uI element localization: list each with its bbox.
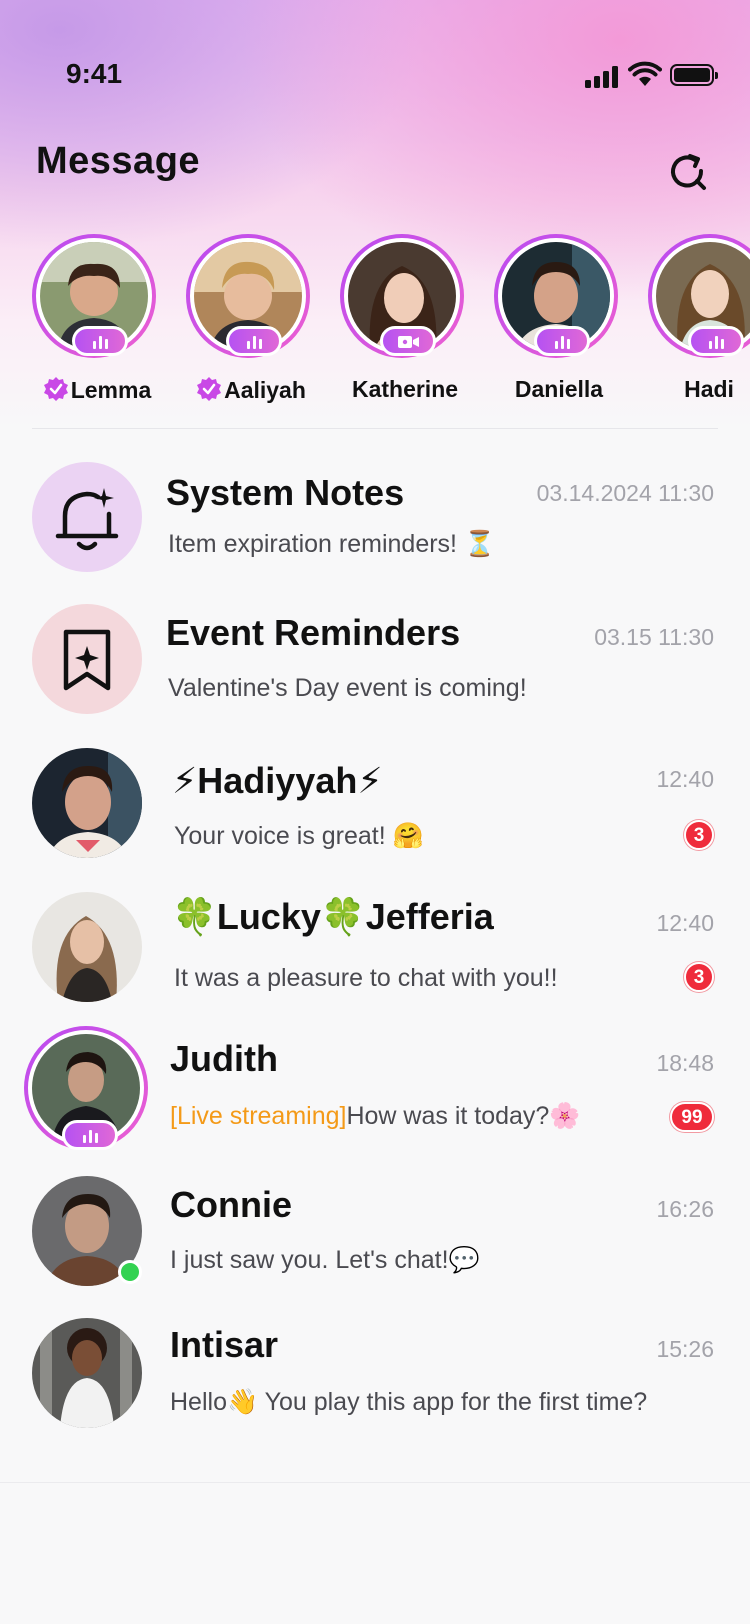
cellular-signal-icon [585,64,623,88]
audio-live-icon [72,326,128,356]
chat-item-judith[interactable]: Judith 18:48 [Live streaming]How was it … [0,1026,750,1168]
tab-bar-divider [0,1482,750,1483]
story-item[interactable]: Lemma [22,234,162,404]
audio-live-icon [688,326,744,356]
story-name-text: Lemma [70,377,152,403]
avatar [32,1318,142,1428]
chat-preview: Your voice is great! 🤗 [174,822,424,850]
chat-name: Intisar [170,1324,279,1365]
chat-time: 12:40 [656,910,714,936]
chat-name: 🍀Lucky🍀Jefferia [172,896,494,937]
story-name-text: Hadi [684,376,734,402]
status-bar: 9:41 [0,0,750,120]
battery-icon [670,64,718,86]
chat-time: 16:26 [656,1196,714,1222]
system-notes-avatar [32,462,142,572]
stories-divider [32,428,718,429]
avatar [32,892,142,1002]
chat-preview: Item expiration reminders! ⏳ [168,530,496,558]
unread-count-badge: 3 [684,820,714,850]
chat-preview: [Live streaming]How was it today?🌸 [170,1102,580,1131]
story-item[interactable]: Aaliyah [176,234,316,404]
verified-badge-icon [43,377,68,401]
chat-item-connie[interactable]: Connie 16:26 I just saw you. Let's chat!… [0,1176,750,1316]
chat-preview: It was a pleasure to chat with you!! [174,964,558,992]
refresh-search-icon[interactable] [668,152,708,192]
story-name-text: Aaliyah [224,377,306,403]
chat-time: 15:26 [656,1336,714,1362]
bookmark-star-icon [63,629,111,691]
bell-icon [55,488,119,551]
page-title: Message [36,140,201,182]
chat-name: Event Reminders [166,612,461,653]
story-name: Lemma [22,376,172,404]
wifi-icon [628,61,662,86]
chat-preview: I just saw you. Let's chat!💬 [170,1246,480,1274]
chat-item-event-reminders[interactable]: Event Reminders 03.15 11:30 Valentine's … [0,604,750,744]
audio-live-icon [534,326,590,356]
chat-item-lucky-jefferia[interactable]: 🍀Lucky🍀Jefferia 12:40 It was a pleasure … [0,892,750,1032]
online-status-indicator [118,1260,142,1284]
unread-count-badge: 3 [684,962,714,992]
chat-time: 12:40 [656,766,714,792]
audio-live-icon [226,326,282,356]
story-item[interactable]: Katherine [330,234,470,404]
story-name: Aaliyah [176,376,326,404]
event-reminders-avatar [32,604,142,714]
chat-time: 03.15 11:30 [594,624,714,650]
video-live-icon [380,326,436,356]
avatar [32,748,142,858]
chat-preview: Hello👋 You play this app for the first t… [170,1388,648,1416]
chat-item-intisar[interactable]: Intisar 15:26 Hello👋 You play this app f… [0,1318,750,1458]
chat-time: 18:48 [656,1050,714,1076]
story-item[interactable]: Daniella [484,234,624,404]
chat-item-system-notes[interactable]: System Notes 03.14.2024 11:30 Item expir… [0,462,750,602]
story-name-text: Daniella [514,376,604,402]
status-time: 9:41 [66,58,123,89]
live-stories-row: Lemma Aaliyah Katherine Daniella Hadi [0,234,750,414]
unread-count-badge: 99 [670,1102,714,1132]
story-name-text: Katherine [351,376,459,402]
chat-name: Connie [170,1184,292,1225]
chat-time: 03.14.2024 11:30 [536,480,714,506]
live-streaming-tag: [Live streaming] [170,1102,347,1130]
chat-item-hadiyyah[interactable]: ⚡Hadiyyah⚡ 12:40 Your voice is great! 🤗 … [0,748,750,888]
story-item[interactable]: Hadi [638,234,750,404]
chat-name: ⚡Hadiyyah⚡ [172,760,383,801]
verified-badge-icon [197,377,222,401]
chat-preview-text: How was it today?🌸 [346,1102,581,1130]
chat-name: System Notes [166,472,405,513]
audio-live-icon [62,1120,118,1150]
chat-preview: Valentine's Day event is coming! [168,674,527,702]
chat-name: Judith [170,1038,278,1079]
